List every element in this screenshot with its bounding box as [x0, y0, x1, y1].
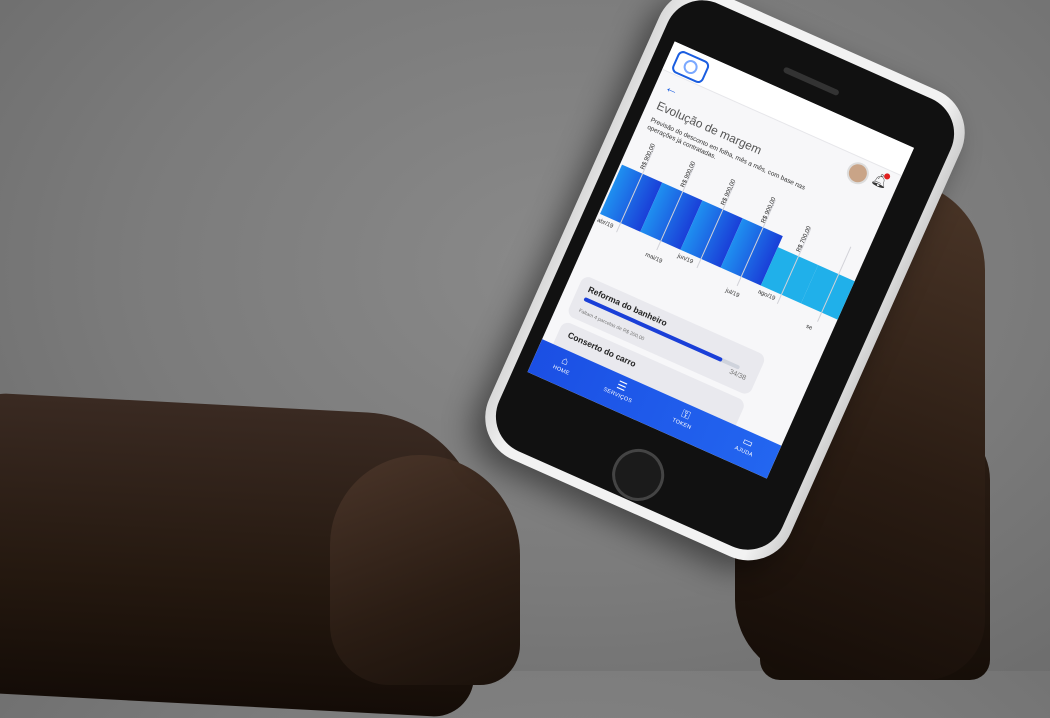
chart-tick-label: se: [804, 323, 814, 332]
arrow-left-icon[interactable]: ←: [663, 78, 682, 98]
chart-value-label: R$ 900,00: [640, 142, 657, 171]
chart-value-label: R$ 900,00: [680, 160, 698, 189]
left-fist: [330, 455, 520, 685]
avatar[interactable]: [843, 158, 873, 188]
card-count: 34/38: [728, 368, 747, 383]
chart-value-label: R$ 900,00: [760, 196, 778, 225]
chart-value-label: R$ 700,00: [795, 225, 813, 254]
chart-value-label: R$ 900,00: [720, 178, 738, 207]
speaker: [782, 66, 840, 97]
chart-tick-label: jun/19: [676, 253, 694, 266]
chart-tick-label: mai/19: [644, 252, 663, 265]
chart-tick-label: jul/19: [724, 287, 741, 300]
chart-tick-label: abr/19: [595, 217, 614, 230]
app-logo: [670, 49, 712, 85]
